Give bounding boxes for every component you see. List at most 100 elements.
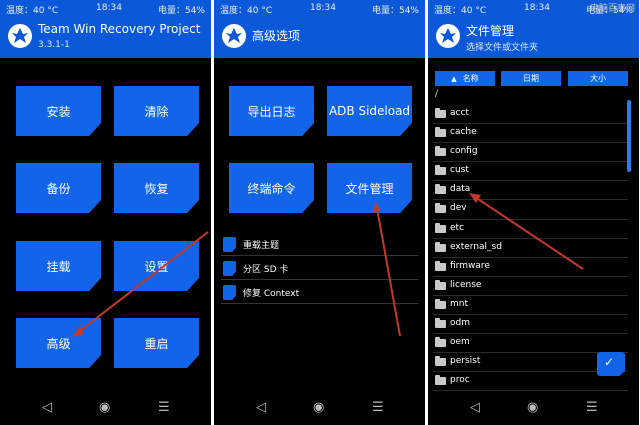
file-name: oem	[450, 337, 470, 348]
file-row[interactable]: firmware	[433, 258, 628, 277]
folder-icon	[435, 108, 446, 118]
file-row[interactable]: config	[433, 143, 628, 163]
current-path: /	[435, 89, 439, 99]
nav-bar: ◁ ◉ ☰	[214, 392, 425, 425]
sort-ascending-icon: ▲	[451, 74, 457, 83]
sort-name-button[interactable]: ▲ 名称	[435, 71, 495, 86]
home-icon[interactable]: ◉	[99, 400, 110, 415]
clock-text: 18:34	[96, 3, 122, 13]
option-label: 修复 Context	[243, 289, 300, 299]
nav-bar: ◁ ◉ ☰	[428, 392, 639, 425]
file-row[interactable]: mnt	[433, 296, 628, 316]
sort-name-label: 名称	[462, 74, 479, 83]
app-header: Team Win Recovery Project 3.3.1-1	[0, 16, 211, 58]
file-name: odm	[450, 318, 470, 329]
wipe-button[interactable]: 清除	[114, 86, 199, 136]
backup-button[interactable]: 备份	[16, 163, 101, 213]
sort-size-button[interactable]: 大小	[568, 71, 628, 86]
file-row[interactable]: license	[433, 277, 628, 296]
app-header: 高级选项	[214, 16, 425, 58]
file-name: mnt	[450, 298, 468, 309]
terminal-button[interactable]: 终端命令	[229, 163, 314, 213]
page-subtitle: 选择文件或文件夹	[466, 43, 539, 53]
folder-icon	[435, 165, 446, 176]
option-label: 重载主题	[243, 241, 280, 251]
clock-text: 18:34	[310, 3, 336, 13]
main-menu-screen: 温度：40 °C 18:34 电量：54% Team Win Recovery …	[0, 0, 211, 425]
option-icon	[223, 261, 236, 276]
twrp-logo-icon	[436, 24, 460, 48]
app-header: 文件管理 选择文件或文件夹	[428, 16, 639, 58]
reload-theme-option[interactable]: 重载主题	[221, 234, 419, 256]
page-title: 高级选项	[252, 29, 301, 43]
twrp-logo-icon	[8, 24, 32, 48]
folder-icon	[435, 184, 446, 195]
file-name: data	[450, 184, 471, 195]
folder-icon	[435, 127, 446, 138]
status-bar: 温度：40 °C 18:34 电量：54%	[0, 0, 211, 16]
twrp-logo-icon	[222, 24, 246, 48]
file-name: config	[450, 146, 478, 157]
status-bar: 温度：40 °C 18:34 电量：54%	[214, 0, 425, 16]
file-row[interactable]: odm	[433, 315, 628, 335]
folder-icon	[435, 260, 446, 271]
folder-icon	[435, 298, 446, 309]
back-icon[interactable]: ◁	[256, 400, 266, 415]
temperature-text: 温度：40 °C	[220, 6, 273, 16]
folder-icon	[435, 337, 446, 348]
app-version: 3.3.1-1	[38, 40, 70, 50]
sort-bar: ▲ 名称 日期 大小	[428, 71, 639, 87]
watermark: 电脑百事网	[589, 4, 635, 14]
folder-icon	[435, 203, 446, 214]
restore-button[interactable]: 恢复	[114, 163, 199, 213]
sort-size-label: 大小	[590, 74, 606, 83]
file-row[interactable]: external_sd	[433, 239, 628, 258]
temperature-text: 温度：40 °C	[434, 6, 487, 16]
file-name: acct	[450, 108, 469, 118]
file-row[interactable]: oem	[433, 334, 628, 354]
reboot-button[interactable]: 重启	[114, 318, 199, 368]
file-manager-button[interactable]: 文件管理	[327, 163, 412, 213]
option-icon	[223, 237, 236, 252]
file-row[interactable]: cache	[433, 124, 628, 144]
file-manager-screen: 温度：40 °C 18:34 电量：54% 文件管理 选择文件或文件夹 电脑百事…	[428, 0, 639, 425]
menu-icon[interactable]: ☰	[372, 400, 384, 415]
back-icon[interactable]: ◁	[42, 400, 52, 415]
fix-context-option[interactable]: 修复 Context	[221, 282, 419, 304]
sort-date-label: 日期	[523, 74, 539, 83]
file-list: acct cache config cust data dev etc external_sd…	[428, 105, 628, 392]
home-icon[interactable]: ◉	[313, 400, 324, 415]
sort-date-button[interactable]: 日期	[501, 71, 561, 86]
clock-text: 18:34	[524, 3, 550, 13]
file-name: proc	[450, 375, 470, 386]
menu-icon[interactable]: ☰	[158, 400, 170, 415]
scrollbar[interactable]	[627, 100, 631, 172]
mount-button[interactable]: 挂载	[16, 241, 101, 291]
file-name: firmware	[450, 260, 490, 271]
partition-sd-option[interactable]: 分区 SD 卡	[221, 258, 419, 280]
file-name: persist	[450, 356, 481, 367]
back-icon[interactable]: ◁	[470, 400, 480, 415]
folder-icon	[435, 279, 446, 290]
file-row[interactable]: acct	[433, 105, 628, 125]
folder-icon	[435, 356, 446, 367]
file-row[interactable]: data	[433, 181, 628, 201]
advanced-button[interactable]: 高级	[16, 318, 101, 368]
folder-icon	[435, 146, 446, 157]
battery-text: 电量：54%	[371, 6, 419, 16]
adb-sideload-button[interactable]: ADB Sideload	[327, 86, 412, 136]
file-row[interactable]: dev	[433, 200, 628, 220]
menu-icon[interactable]: ☰	[586, 400, 598, 415]
page-title: 文件管理	[466, 24, 515, 38]
select-folder-button[interactable]: ✓	[597, 352, 625, 376]
folder-icon	[435, 318, 446, 329]
install-button[interactable]: 安装	[16, 86, 101, 136]
settings-button[interactable]: 设置	[114, 241, 199, 291]
option-icon	[223, 285, 236, 300]
home-icon[interactable]: ◉	[527, 400, 538, 415]
folder-icon	[435, 375, 446, 386]
file-name: external_sd	[450, 241, 502, 252]
file-row[interactable]: etc	[433, 220, 628, 239]
export-log-button[interactable]: 导出日志	[229, 86, 314, 136]
file-row[interactable]: cust	[433, 162, 628, 182]
